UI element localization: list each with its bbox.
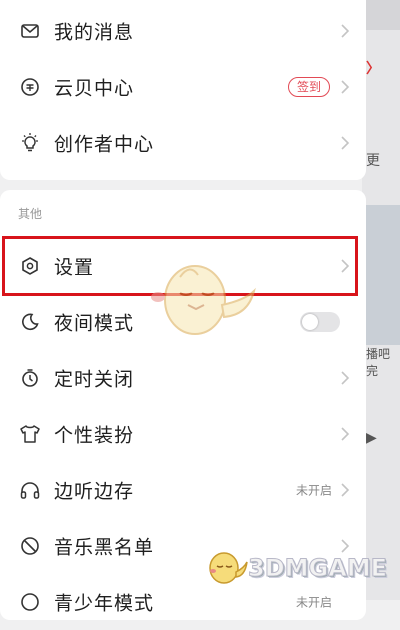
chevron-right-icon [341,136,350,150]
menu-item-personal-theme[interactable]: 个性装扮 [0,406,366,462]
menu-item-label: 青少年模式 [54,592,155,615]
menu-item-label: 定时关闭 [54,368,135,391]
background-content-strip: 〉 更 播吧 完 ▶ [362,0,400,600]
status-text: 未开启 [295,595,332,610]
lightbulb-icon [18,131,42,155]
chevron-right-icon [341,427,350,441]
background-thumbnail [362,205,400,345]
background-play-fragment: ▶ [366,430,377,446]
menu-card-primary: 我的消息 云贝中心 签到 创作者中心 [0,0,366,180]
headphones-icon [18,478,42,502]
watermark-mascot-icon [209,552,248,584]
coin-icon [18,75,42,99]
background-text-fragment: 播吧 [366,347,391,361]
menu-item-messages[interactable]: 我的消息 [0,3,366,59]
menu-item-cloud-coin-center[interactable]: 云贝中心 签到 [0,59,366,115]
tshirt-icon [18,422,42,446]
background-block [362,0,400,30]
chevron-right-icon [341,371,350,385]
menu-item-label: 创作者中心 [54,133,155,156]
toggle-knob [302,314,318,330]
background-text-fragment: 〉 [366,61,380,77]
night-mode-toggle[interactable] [300,312,340,332]
chevron-right-icon [341,80,350,94]
watermark-text: 3DMGAME [247,554,388,583]
menu-item-creator-center[interactable]: 创作者中心 [0,115,366,171]
watermark: 3DMGAME [206,550,388,586]
status-text: 未开启 [295,483,332,498]
section-title: 其他 [18,207,43,221]
timer-icon [18,366,42,390]
block-icon [18,534,42,558]
background-text-fragment: 完 [366,364,379,378]
menu-item-label: 边听边存 [54,480,135,503]
moon-icon [18,310,42,334]
menu-item-label: 音乐黑名单 [54,536,155,559]
chevron-right-icon [341,24,350,38]
chevron-right-icon [341,483,350,497]
youth-icon [18,590,42,614]
mail-icon [18,19,42,43]
menu-item-label: 个性装扮 [54,424,135,447]
mascot-illustration [151,265,256,335]
menu-item-listen-and-save[interactable]: 边听边存 未开启 [0,462,366,518]
menu-item-label: 云贝中心 [54,77,135,100]
menu-item-label: 夜间模式 [54,312,135,335]
menu-item-sleep-timer[interactable]: 定时关闭 [0,350,366,406]
sign-in-badge[interactable]: 签到 [287,77,330,97]
background-text-fragment: 更 [366,153,380,169]
menu-item-label: 我的消息 [54,21,135,44]
